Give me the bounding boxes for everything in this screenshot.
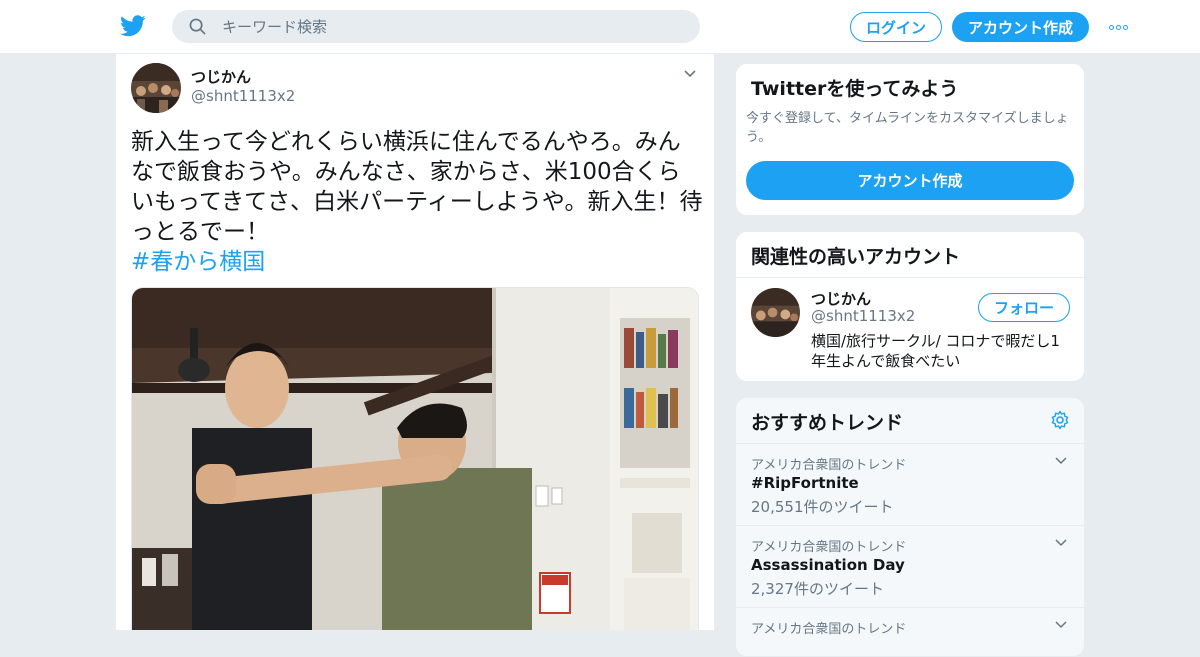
account-name[interactable]: つじかん (811, 288, 871, 309)
chevron-down-icon[interactable] (682, 68, 698, 80)
author-handle[interactable]: @shnt1113x2 (191, 87, 295, 105)
signup-button[interactable]: アカウント作成 (952, 12, 1089, 42)
trends-card: おすすめトレンド アメリカ合衆国のトレンド #RipFortnite 20,55… (735, 397, 1085, 657)
trend-context: アメリカ合衆国のトレンド (751, 540, 907, 555)
related-accounts-title: 関連性の高いアカウント (751, 246, 961, 268)
gear-icon[interactable] (1050, 410, 1070, 430)
trend-name[interactable]: Assassination Day (751, 556, 905, 574)
hashtag-link[interactable]: #春から横国 (131, 247, 265, 277)
tweet-detail: つじかん @shnt1113x2 新入生って今どれくらい横浜に住んでるんやろ。み… (115, 54, 715, 630)
tweet-photo[interactable] (131, 287, 699, 630)
search-input[interactable] (222, 10, 682, 43)
trend-context: アメリカ合衆国のトレンド (751, 622, 907, 637)
account-bio: 横国/旅行サークル/ コロナで暇だし1年生よんで飯食べたい (811, 332, 1060, 370)
login-button[interactable]: ログイン (850, 12, 942, 42)
related-accounts-card: 関連性の高いアカウント つじかん @shnt1113x2 フォロー 横国/旅行サ… (735, 231, 1085, 382)
trend-item[interactable]: アメリカ合衆国のトレンド (736, 607, 1084, 656)
chevron-down-icon[interactable] (1054, 456, 1068, 466)
tweet-text: 新入生って今どれくらい横浜に住んでるんやろ。みんなで飯食おうや。みんなさ、家から… (131, 129, 703, 245)
divider (736, 277, 1084, 278)
account-handle[interactable]: @shnt1113x2 (811, 307, 915, 325)
signup-card-title: Twitterを使ってみよう (751, 78, 959, 100)
trend-item[interactable]: アメリカ合衆国のトレンド #RipFortnite 20,551件のツイート (736, 443, 1084, 525)
trend-count: 2,327件のツイート (751, 580, 884, 598)
search-box[interactable] (172, 10, 700, 43)
signup-card: Twitterを使ってみよう 今すぐ登録して、タイムラインをカスタマイズしましょ… (735, 63, 1085, 216)
trend-item[interactable]: アメリカ合衆国のトレンド Assassination Day 2,327件のツイ… (736, 525, 1084, 607)
search-icon (189, 18, 206, 35)
top-navigation-bar: ログイン アカウント作成 (0, 0, 1200, 54)
trend-count: 20,551件のツイート (751, 498, 894, 516)
author-name[interactable]: つじかん (191, 66, 251, 87)
chevron-down-icon[interactable] (1054, 620, 1068, 630)
trends-title: おすすめトレンド (751, 412, 904, 434)
chevron-down-icon[interactable] (1054, 538, 1068, 548)
more-options-icon[interactable] (1106, 18, 1130, 36)
trend-name[interactable]: #RipFortnite (751, 474, 859, 492)
create-account-button[interactable]: アカウント作成 (746, 161, 1074, 200)
avatar[interactable] (751, 288, 800, 337)
follow-button[interactable]: フォロー (978, 293, 1070, 322)
trend-context: アメリカ合衆国のトレンド (751, 458, 907, 473)
avatar[interactable] (131, 63, 181, 113)
twitter-bird-icon[interactable] (120, 14, 146, 38)
signup-card-description: 今すぐ登録して、タイムラインをカスタマイズしましょう。 (746, 111, 1069, 145)
